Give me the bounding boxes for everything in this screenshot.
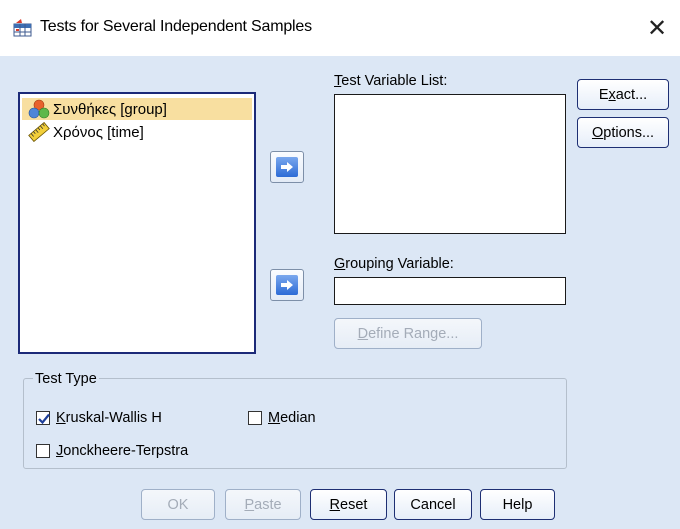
help-button[interactable]: Help: [480, 489, 555, 520]
median-checkbox[interactable]: Median: [248, 410, 316, 426]
scale-variable-icon: [28, 122, 50, 142]
move-to-test-list-button[interactable]: [270, 151, 304, 183]
checkbox-icon: [36, 444, 50, 458]
define-range-button[interactable]: Define Range...: [334, 318, 482, 349]
reset-button[interactable]: Reset: [310, 489, 387, 520]
kruskal-wallis-checkbox[interactable]: Kruskal-Wallis H: [36, 410, 162, 426]
exact-button[interactable]: Ex act...: [577, 79, 669, 110]
test-type-title: Test Type: [33, 371, 99, 387]
nominal-variable-icon: [28, 99, 50, 119]
title-bar: Tests for Several Independent Samples ✕: [0, 0, 680, 56]
test-variable-list-label: Test Variable List:: [334, 73, 448, 89]
jonckheere-terpstra-checkbox[interactable]: Jonckheere-Terpstra: [36, 443, 188, 459]
close-button[interactable]: ✕: [640, 12, 674, 44]
right-arrow-icon: [276, 275, 298, 295]
paste-button[interactable]: Paste: [225, 489, 301, 520]
grouping-variable-field[interactable]: [334, 277, 566, 305]
options-button[interactable]: Options...: [577, 117, 669, 148]
checkbox-icon: [248, 411, 262, 425]
ok-button[interactable]: OK: [141, 489, 215, 520]
cancel-button[interactable]: Cancel: [394, 489, 472, 520]
list-item-label: Συνθήκες [group]: [53, 100, 167, 118]
list-item-group[interactable]: Συνθήκες [group]: [22, 98, 252, 120]
right-arrow-icon: [276, 157, 298, 177]
close-icon: ✕: [646, 14, 668, 42]
list-item-time[interactable]: Χρόνος [time]: [22, 121, 144, 143]
list-item-label: Χρόνος [time]: [53, 123, 144, 141]
move-to-grouping-button[interactable]: [270, 269, 304, 301]
checkmark-icon: [36, 411, 50, 425]
window-title: Tests for Several Independent Samples: [40, 18, 312, 35]
source-variable-list[interactable]: Συνθήκες [group] Χρόνος [time]: [18, 92, 256, 354]
spss-dialog-icon: [13, 19, 32, 37]
test-variable-list[interactable]: [334, 94, 566, 234]
grouping-variable-label: Grouping Variable:: [334, 256, 454, 272]
